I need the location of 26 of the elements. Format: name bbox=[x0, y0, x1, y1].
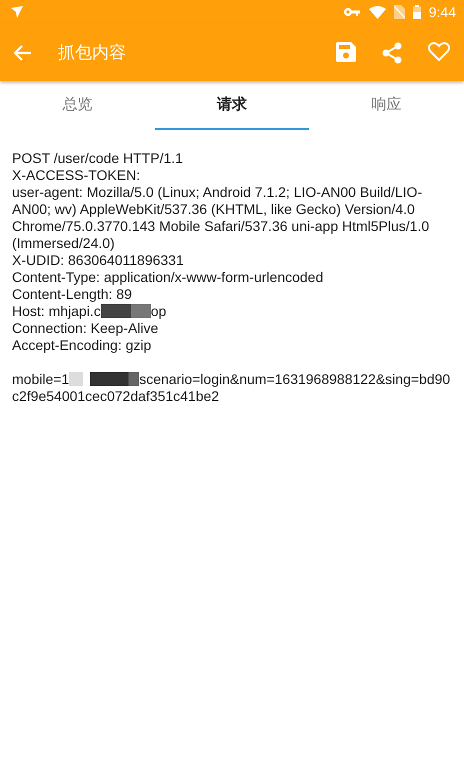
tab[interactable]: 总览 bbox=[0, 81, 155, 130]
header-line: Accept-Encoding: gzip bbox=[12, 337, 152, 354]
redaction-mark bbox=[100, 304, 151, 318]
header-line: Content-Type: application/x-www-form-urlencoded bbox=[12, 269, 324, 286]
screen-title: 抓包内容 bbox=[58, 42, 127, 64]
save-icon[interactable] bbox=[336, 42, 356, 62]
header-line: POST /user/code HTTP/1.1 bbox=[12, 150, 184, 167]
heart-icon[interactable] bbox=[428, 42, 450, 62]
clock-time: 9:44 bbox=[428, 4, 456, 20]
header-line: Content-Length: 89 bbox=[12, 286, 133, 303]
header-line: Connection: Keep-Alive bbox=[12, 320, 160, 337]
battery-icon bbox=[412, 5, 421, 19]
no-sim-icon bbox=[394, 5, 405, 19]
wifi-icon bbox=[368, 6, 386, 18]
header-line: X-UDID: 863064011896331 bbox=[12, 252, 185, 269]
header-line: user-agent: Mozilla/5.0 (Linux; Android 7.1.2; LIO-AN00 Build/LIO-AN00; wv) AppleWebKit/537.36 (KHTML, like Gecko) Version/4.0 Chrome/75.0.3770.143 Mobile Safari/537.36 uni-app Html5Plus/1.0 (Immersed/24.0) bbox=[12, 184, 430, 252]
tab[interactable]: 响应 bbox=[309, 81, 464, 130]
tab[interactable]: 请求 bbox=[154, 81, 310, 130]
share-icon[interactable] bbox=[382, 42, 402, 64]
redaction-mark bbox=[69, 372, 140, 386]
header-line: Host: mhjapi.c op bbox=[12, 303, 168, 320]
location-arrow-icon bbox=[10, 5, 24, 19]
key-icon bbox=[342, 7, 361, 17]
back-arrow-icon[interactable] bbox=[14, 44, 32, 60]
header-line: X-ACCESS-TOKEN: bbox=[12, 167, 142, 184]
request-body-text: mobile=1 scenario=login&num=1631968988122&sing=bd90c2f9e54001cec072daf351c41be2 bbox=[12, 371, 452, 405]
